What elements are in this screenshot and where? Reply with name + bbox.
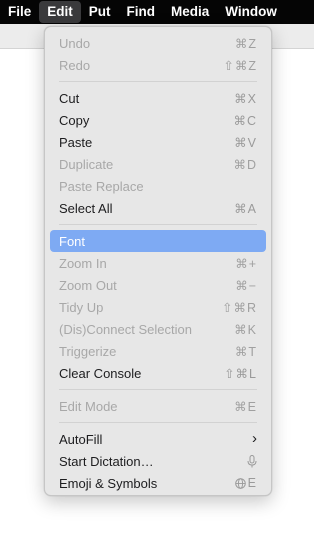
edit-menu-dropdown: Undo ⌘Z Redo ⇧⌘Z Cut ⌘X Copy ⌘C Paste ⌘V… xyxy=(44,26,272,496)
menu-item-shortcut: ⌘D xyxy=(233,157,257,172)
emoji-shortcut-key: E xyxy=(247,476,257,490)
menu-item-shortcut: ⇧⌘R xyxy=(221,300,257,315)
menu-item-shortcut: ⌘K xyxy=(234,322,257,337)
menu-item-edit-mode: Edit Mode ⌘E xyxy=(50,395,266,417)
menu-item-label: Undo xyxy=(59,35,91,51)
menu-separator xyxy=(59,224,257,225)
menu-item-zoom-out: Zoom Out ⌘− xyxy=(50,274,266,296)
menu-item-shortcut: ⇧⌘Z xyxy=(223,58,257,73)
menu-item-label: AutoFill xyxy=(59,431,103,447)
menu-item-emoji-symbols[interactable]: Emoji & Symbols E xyxy=(50,472,266,494)
menu-item-paste[interactable]: Paste ⌘V xyxy=(50,131,266,153)
menubar-window[interactable]: Window xyxy=(217,1,285,23)
menu-item-paste-replace: Paste Replace xyxy=(50,175,266,197)
menu-item-triggerize: Triggerize ⌘T xyxy=(50,340,266,362)
menu-item-start-dictation[interactable]: Start Dictation… xyxy=(50,450,266,472)
menu-item-cut[interactable]: Cut ⌘X xyxy=(50,87,266,109)
menubar-edit[interactable]: Edit xyxy=(39,1,81,23)
menu-item-label: Tidy Up xyxy=(59,299,104,315)
menu-item-clear-console[interactable]: Clear Console ⇧⌘L xyxy=(50,362,266,384)
menu-item-label: Paste Replace xyxy=(59,178,144,194)
microphone-icon xyxy=(247,454,257,468)
menu-item-shortcut: ⌘A xyxy=(234,201,257,216)
menu-item-label: Paste xyxy=(59,134,93,150)
menu-item-label: Font xyxy=(59,233,86,249)
menu-item-label: Start Dictation… xyxy=(59,453,154,469)
menu-item-font[interactable]: Font xyxy=(50,230,266,252)
menu-item-label: (Dis)Connect Selection xyxy=(59,321,192,337)
menu-separator xyxy=(59,422,257,423)
menu-item-shortcut: ⌘E xyxy=(234,399,257,414)
menu-item-label: Select All xyxy=(59,200,113,216)
menu-item-shortcut: ⌘T xyxy=(234,344,257,359)
menu-item-shortcut: ⌘C xyxy=(233,113,257,128)
menu-separator xyxy=(59,389,257,390)
menu-item-autofill[interactable]: AutoFill › xyxy=(50,428,266,450)
menu-item-shortcut: E xyxy=(234,476,257,490)
menu-item-label: Zoom In xyxy=(59,255,107,271)
menu-item-label: Edit Mode xyxy=(59,398,118,414)
menu-item-label: Redo xyxy=(59,57,91,73)
menu-item-shortcut: ⌘Z xyxy=(234,36,257,51)
menu-item-zoom-in: Zoom In ⌘+ xyxy=(50,252,266,274)
menu-item-label: Triggerize xyxy=(59,343,117,359)
menu-item-undo: Undo ⌘Z xyxy=(50,32,266,54)
menubar-put[interactable]: Put xyxy=(81,1,119,23)
menu-item-shortcut: ⇧⌘L xyxy=(224,366,257,381)
menu-item-label: Clear Console xyxy=(59,365,142,381)
menu-item-label: Emoji & Symbols xyxy=(59,475,158,491)
menu-item-label: Duplicate xyxy=(59,156,114,172)
menu-item-duplicate: Duplicate ⌘D xyxy=(50,153,266,175)
globe-icon xyxy=(234,477,246,489)
menu-item-label: Zoom Out xyxy=(59,277,117,293)
menu-bar: File Edit Put Find Media Window xyxy=(0,0,314,24)
menu-item-tidy-up: Tidy Up ⇧⌘R xyxy=(50,296,266,318)
menubar-find[interactable]: Find xyxy=(119,1,164,23)
menu-item-copy[interactable]: Copy ⌘C xyxy=(50,109,266,131)
menu-item-disconnect-selection: (Dis)Connect Selection ⌘K xyxy=(50,318,266,340)
chevron-right-icon: › xyxy=(252,430,257,447)
menu-item-label: Copy xyxy=(59,112,90,128)
menubar-media[interactable]: Media xyxy=(163,1,217,23)
menu-item-shortcut: ⌘V xyxy=(234,135,257,150)
menu-item-shortcut: ⌘+ xyxy=(235,256,257,271)
menu-item-redo: Redo ⇧⌘Z xyxy=(50,54,266,76)
menu-item-shortcut: ⌘− xyxy=(235,278,257,293)
menubar-file[interactable]: File xyxy=(0,1,39,23)
menu-item-label: Cut xyxy=(59,90,80,106)
menu-item-select-all[interactable]: Select All ⌘A xyxy=(50,197,266,219)
menu-separator xyxy=(59,81,257,82)
menu-item-shortcut: ⌘X xyxy=(234,91,257,106)
